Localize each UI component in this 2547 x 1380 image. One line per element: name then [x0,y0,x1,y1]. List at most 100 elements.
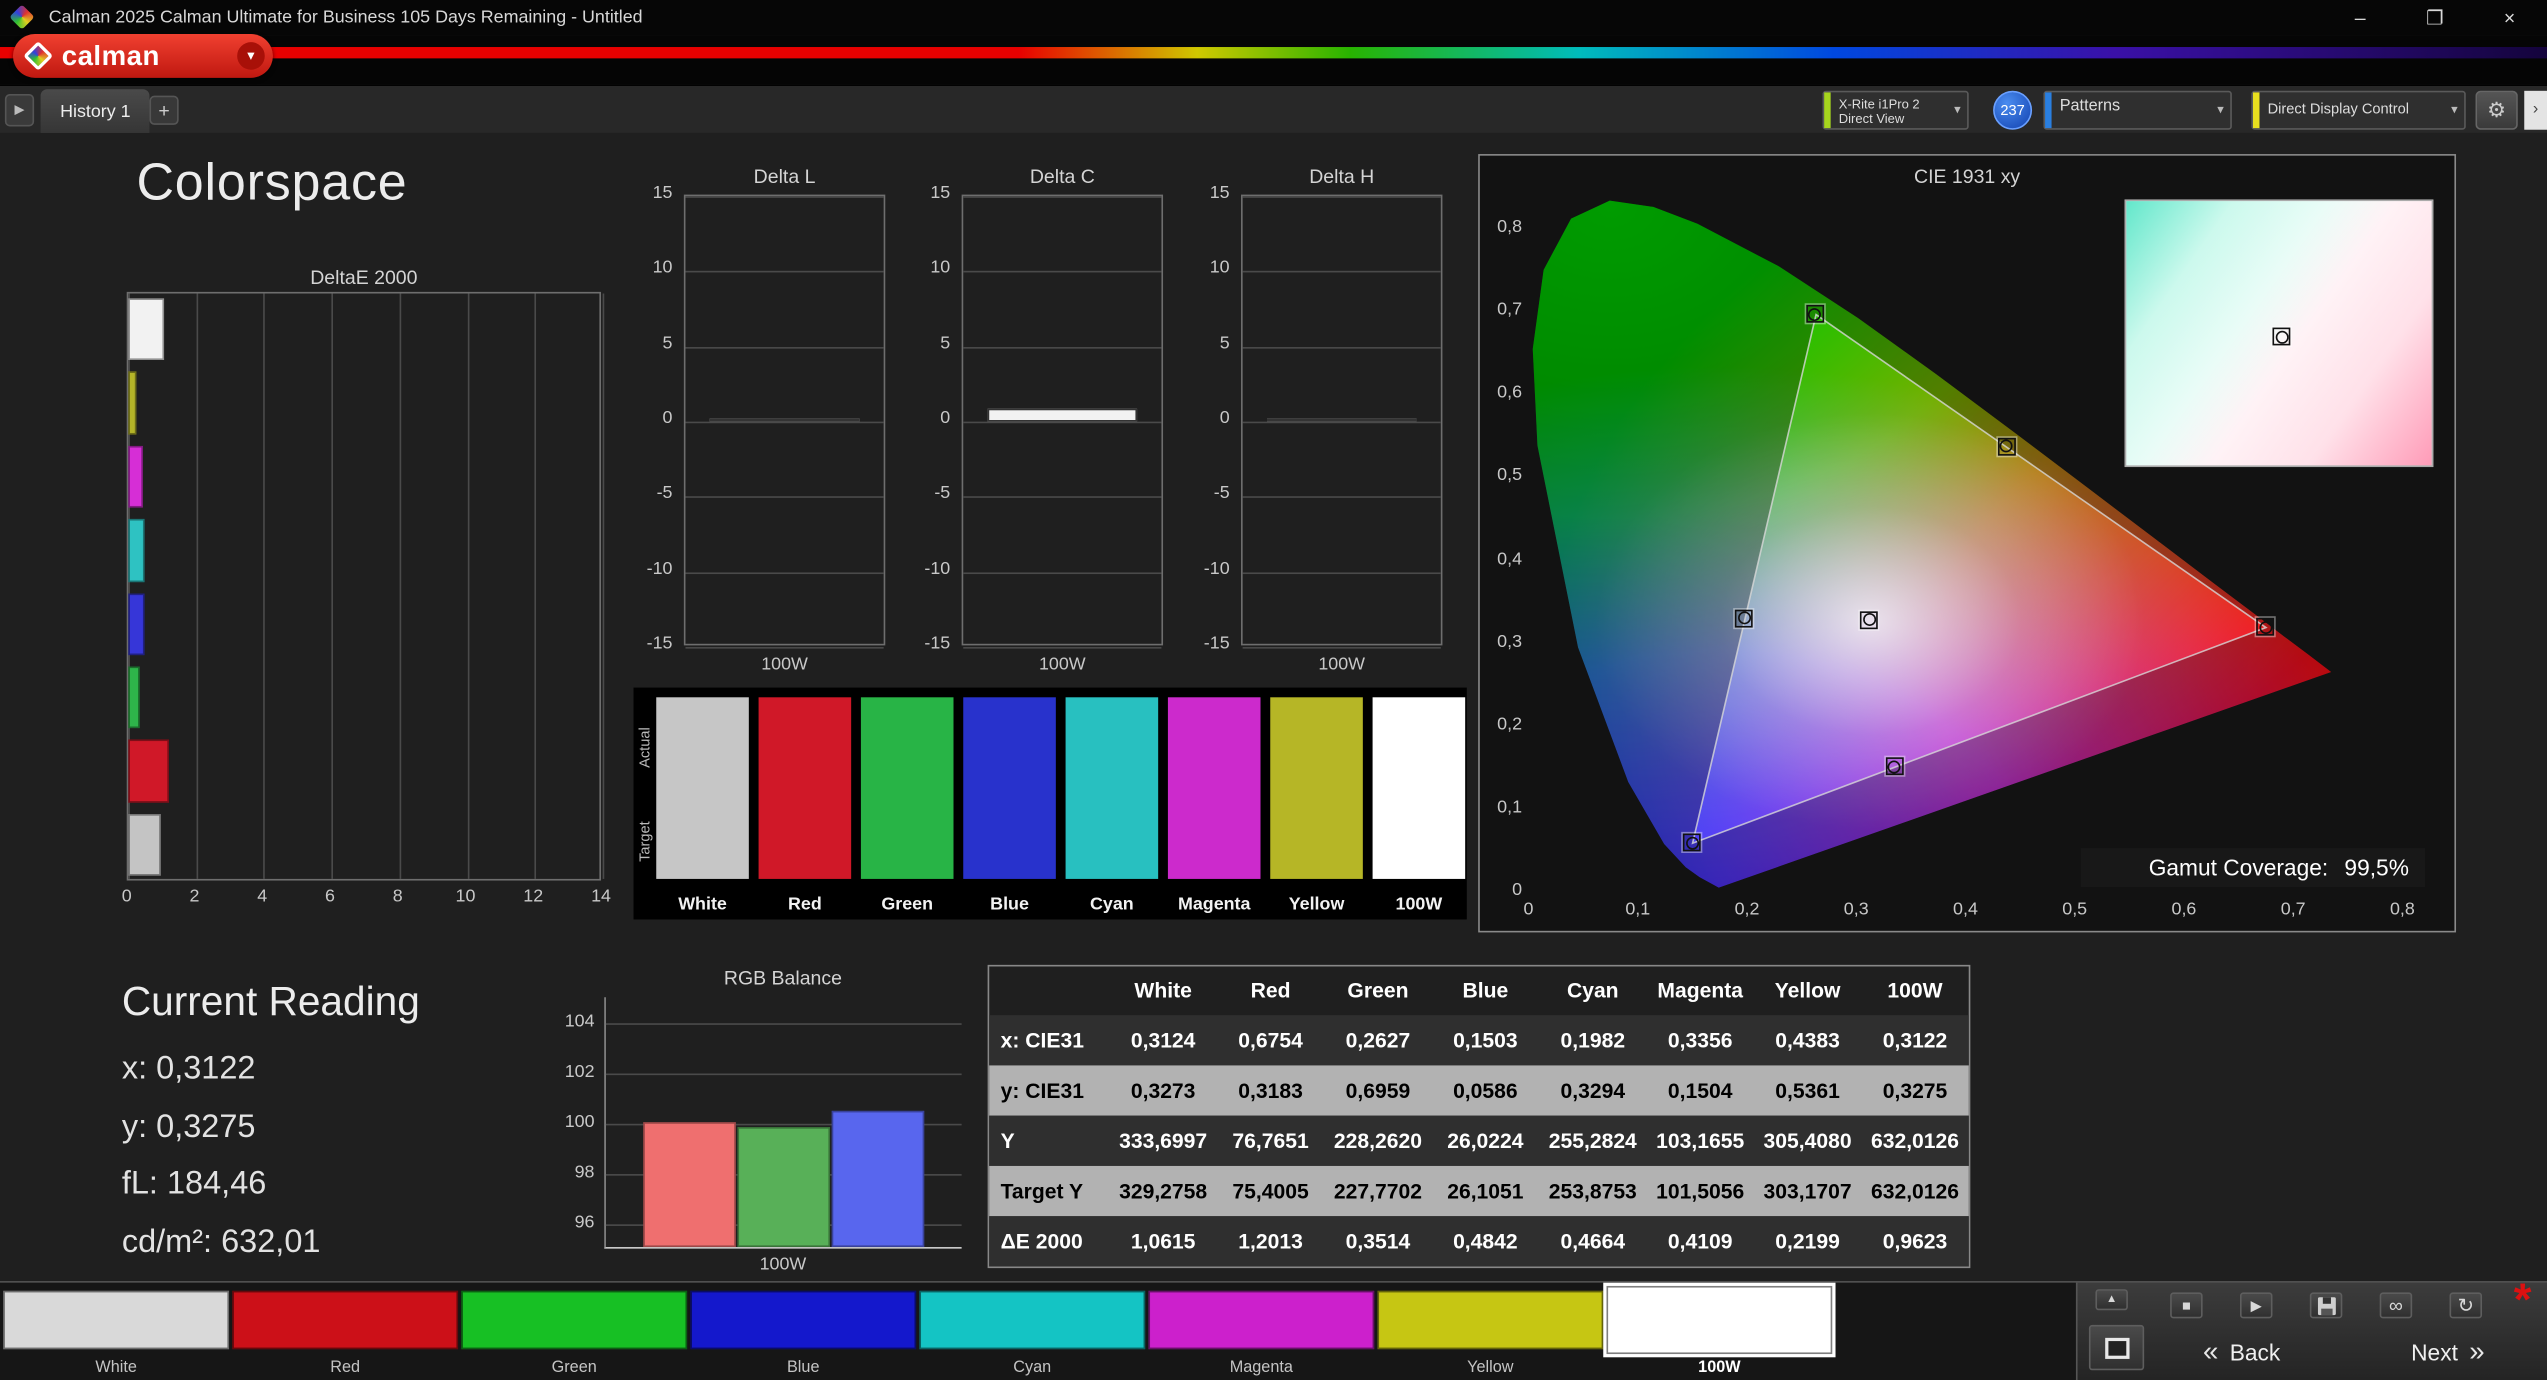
patch-color [860,697,954,879]
rgb-tick-label: 104 [564,1011,595,1031]
rgb-tick-label: 98 [574,1161,595,1182]
swatch-magenta[interactable]: Magenta [1148,1283,1375,1380]
deltae-gridline [534,293,537,879]
pattern-window-button[interactable] [2088,1324,2145,1371]
link-button[interactable]: ∞ [2379,1292,2413,1319]
settings-button[interactable]: ⚙ [2475,90,2518,130]
save-icon [2317,1296,2336,1315]
delta-tick-label: -10 [924,558,951,579]
delta-bar-100w [709,418,860,422]
rgb-balance-title: RGB Balance [723,966,842,990]
reading-cdm2: cd/m²: 632,01 [121,1224,321,1260]
patch-color [758,697,852,879]
delta-gridline [1242,571,1441,574]
swatch-red[interactable]: Red [232,1283,459,1380]
delta-h-xlabel: 100W [1318,655,1366,675]
pattern-window-icon [2104,1337,2129,1359]
patterns-label: Patterns [2059,97,2121,116]
cie-point-green [1805,305,1824,324]
table-cell: 0,3124 [1130,1028,1196,1053]
delta-gridline [685,196,884,198]
deltae-tick-label: 8 [392,887,403,907]
cie-y-tick-label: 0,4 [1497,548,1523,569]
swatch-cyan[interactable]: Cyan [919,1283,1146,1380]
calman-logo-icon [23,41,54,71]
meter-dropdown[interactable]: X-Rite i1Pro 2 Direct View ▾ [1822,90,1969,130]
swatch-label: Cyan [1013,1358,1052,1377]
delta-yticks-2: 15 10 5 0 -5 -10 -15 [1186,183,1233,653]
tab-history-1[interactable]: History 1 [40,89,151,135]
patch-color [963,697,1056,879]
history-panel-button[interactable]: ▶ [4,94,35,127]
delta-gridline [963,421,1162,424]
add-tab-button[interactable]: + [149,95,179,125]
refresh-button[interactable]: ↻ [2449,1292,2483,1319]
strip-target-label: Target [636,821,653,862]
play-button[interactable]: ▶ [2239,1292,2273,1319]
patch-color [1372,697,1466,879]
delta-gridline [1242,496,1441,499]
swatch-blue[interactable]: Blue [690,1283,917,1380]
deltae-bar-red [128,739,170,803]
swatch-color [461,1290,688,1350]
swatch-white[interactable]: White [3,1283,230,1380]
table-header-cell: Cyan [1566,977,1619,1003]
swatch-color [232,1290,459,1350]
save-button[interactable] [2309,1292,2343,1319]
display-control-dropdown[interactable]: Direct Display Control ▾ [2251,90,2466,130]
table-cell: 0,1504 [1667,1078,1733,1103]
delta-gridline [963,496,1162,499]
delta-tick-label: 15 [1209,183,1230,203]
transport-controls: ▲ ■ ▶ ∞ ↻ * « Back Next » [2076,1275,2547,1380]
deltae-bar-yellow [128,371,136,435]
deltae-plot [126,291,605,881]
deltae-gridline [467,293,469,879]
swatch-100w[interactable]: 100W [1606,1283,1833,1380]
close-button[interactable]: × [2472,0,2547,36]
table-cell: 228,2620 [1333,1128,1423,1153]
swatch-label: Red [330,1358,361,1377]
gear-icon: ⚙ [2487,97,2507,122]
patch-100w: 100W [1372,688,1466,920]
table-cell: 0,3122 [1882,1028,1948,1053]
swatch-green[interactable]: Green [461,1283,688,1380]
deltae-gridline [263,293,266,879]
back-button[interactable]: « Back [2170,1331,2313,1373]
table-cell: 0,3273 [1130,1078,1196,1103]
patch-yellow: Yellow [1270,688,1363,920]
table-row: x: CIE31 0,3124 0,6754 0,2627 0,1503 0,1982 0,… [989,1015,1969,1066]
delta-tick-label: 10 [930,258,951,278]
minimize-button[interactable]: – [2323,0,2398,36]
delta-gridline [1242,271,1441,273]
delta-h-title: Delta H [1309,165,1375,189]
rgb-bar-blue [831,1110,925,1248]
delta-bar-100w [1266,418,1418,422]
rgb-plot [604,997,962,1249]
table-cell: 255,2824 [1548,1128,1637,1153]
swatch-yellow[interactable]: Yellow [1377,1283,1604,1380]
cie-x-tick-label: 0,7 [2280,899,2306,920]
gamut-coverage-label: Gamut Coverage: [2148,854,2329,881]
meter-mode: Direct View [1838,111,1905,127]
deltae-bar-cyan [128,519,145,582]
collapse-up-button[interactable]: ▲ [2095,1289,2128,1311]
next-button[interactable]: Next » [2376,1331,2519,1373]
table-cell: 101,5056 [1656,1178,1745,1204]
white-point-inset [2124,199,2434,468]
maximize-button[interactable]: ❐ [2398,0,2473,36]
calman-menu-button[interactable]: calman ▾ [12,34,273,78]
delta-tick-label: 5 [1219,333,1230,353]
delta-c-title: Delta C [1029,165,1095,189]
delta-gridline [963,346,1162,349]
stop-button[interactable]: ■ [2170,1292,2203,1319]
patterns-dropdown[interactable]: Patterns ▾ [2043,90,2232,130]
delta-tick-label: -10 [1203,558,1230,579]
delta-gridline [1242,196,1441,198]
patch-cyan: Cyan [1065,688,1159,920]
panel-overflow-button[interactable]: › [2524,90,2547,130]
swatch-label: Magenta [1229,1358,1293,1377]
deltae-bar-magenta [128,445,143,508]
cie-y-tick-label: 0,6 [1497,383,1523,403]
swatch-strip: Actual Target White Red Green Blue Cyan Magen… [633,687,1467,920]
delta-tick-label: -5 [934,483,951,504]
